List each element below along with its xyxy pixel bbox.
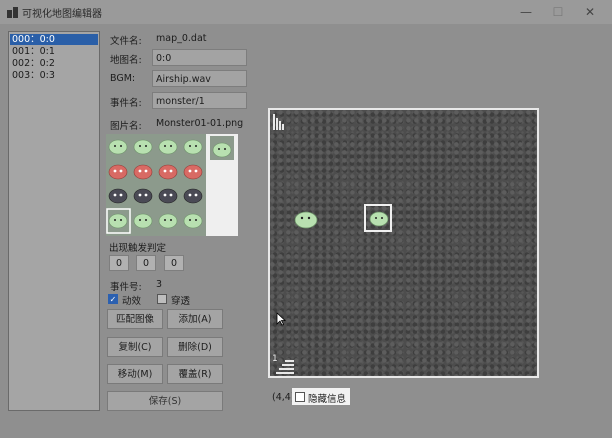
event-name-label: 事件名: [110, 98, 142, 109]
passthrough-checkbox[interactable] [157, 294, 167, 304]
map-name-input[interactable]: 0:0 [152, 49, 247, 66]
trigger-label: 出现触发判定 [109, 243, 167, 254]
maximize-button[interactable]: ☐ [544, 4, 572, 20]
app-icon [7, 7, 18, 18]
list-item[interactable]: 003：0:3 [10, 70, 98, 81]
map-canvas[interactable]: 1 [268, 108, 539, 378]
sprite-sheet-image[interactable] [106, 134, 238, 236]
animation-checkbox-label: 动效 [122, 296, 142, 307]
overwrite-button[interactable]: 覆盖(R) [167, 364, 223, 384]
copy-button[interactable]: 复制(C) [107, 337, 163, 357]
map-name-label: 地图名: [110, 55, 142, 66]
sprite-sheet-panel[interactable] [106, 134, 238, 236]
trigger-value-1[interactable]: 0 [109, 255, 129, 271]
delete-button[interactable]: 删除(D) [167, 337, 223, 357]
bgm-label: BGM: [110, 73, 136, 84]
window-title: 可视化地图编辑器 [22, 9, 102, 20]
trigger-value-3[interactable]: 0 [164, 255, 184, 271]
bgm-input[interactable]: Airship.wav [152, 70, 247, 87]
trigger-value-2[interactable]: 0 [136, 255, 156, 271]
floor-number: 1 [272, 354, 278, 364]
image-name-value: Monster01-01.png [156, 118, 244, 129]
match-image-button[interactable]: 匹配图像 [107, 309, 163, 329]
save-button[interactable]: 保存(S) [107, 391, 223, 411]
file-name-label: 文件名: [110, 36, 142, 47]
minimize-button[interactable]: — [512, 4, 540, 20]
stairs-up-icon [273, 114, 284, 130]
hide-info-control[interactable]: 隐藏信息 [292, 388, 350, 405]
map-list[interactable]: 000：0:0 001：0:1 002：0:2 003：0:3 [8, 31, 100, 411]
event-number-label: 事件号: [110, 282, 142, 293]
event-number-value: 3 [156, 279, 163, 290]
add-button[interactable]: 添加(A) [167, 309, 223, 329]
event-name-input[interactable]: monster/1 [152, 92, 247, 109]
list-item[interactable]: 001：0:1 [10, 46, 98, 57]
list-item[interactable]: 000：0:0 [10, 34, 98, 45]
mouse-cursor-icon [276, 312, 286, 326]
file-name-value: map_0.dat [156, 33, 207, 44]
slime-event-icon [369, 211, 389, 227]
hide-info-label: 隐藏信息 [308, 394, 347, 405]
image-name-label: 图片名: [110, 121, 142, 132]
hide-info-checkbox[interactable] [295, 392, 305, 402]
move-button[interactable]: 移动(M) [107, 364, 163, 384]
close-button[interactable]: ✕ [576, 4, 604, 20]
animation-checkbox[interactable]: ✓ [108, 294, 118, 304]
list-item[interactable]: 002：0:2 [10, 58, 98, 69]
passthrough-checkbox-label: 穿透 [171, 296, 191, 307]
slime-monster-icon [294, 211, 318, 229]
